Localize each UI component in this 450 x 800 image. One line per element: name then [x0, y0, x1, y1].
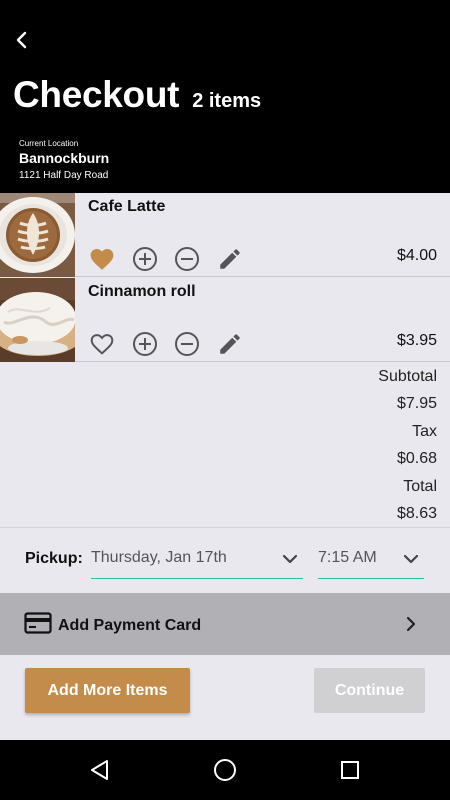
location-name: Bannockburn [19, 150, 110, 166]
page-title: Checkout [13, 74, 180, 115]
plus-circle-icon [133, 332, 157, 356]
chevron-right-icon [406, 616, 416, 632]
tax-value: $0.68 [396, 450, 437, 467]
decrease-quantity-button[interactable] [173, 245, 201, 273]
edit-item-button[interactable] [216, 330, 244, 358]
order-totals: Subtotal $7.95 Tax $0.68 Total $8.63 [0, 364, 450, 528]
pencil-icon [220, 249, 240, 269]
add-more-items-button[interactable]: Add More Items [25, 668, 190, 713]
heart-outline-icon [90, 334, 114, 355]
item-name: Cinnamon roll [88, 283, 196, 300]
favorite-button[interactable] [88, 330, 116, 358]
location-address: 1121 Half Day Road [19, 170, 109, 181]
cart-item: Cinnamon roll $3.95 [0, 278, 450, 362]
item-name: Cafe Latte [88, 198, 166, 215]
add-payment-card-button[interactable]: Add Payment Card [0, 593, 450, 655]
title-row: Checkout 2 items [13, 74, 261, 116]
decrease-quantity-button[interactable] [173, 330, 201, 358]
item-count: 2 items [192, 90, 262, 112]
pickup-date-select[interactable]: Thursday, Jan 17th [91, 541, 303, 579]
minus-circle-icon [175, 332, 199, 356]
back-button[interactable] [8, 26, 36, 54]
pencil-icon [220, 334, 240, 354]
increase-quantity-button[interactable] [131, 330, 159, 358]
plus-circle-icon [133, 247, 157, 271]
cinnamon-roll-photo [0, 278, 75, 362]
pickup-time-select[interactable]: 7:15 AM [318, 541, 424, 579]
triangle-back-icon [91, 760, 108, 780]
pickup-row: Pickup: Thursday, Jan 17th 7:15 AM [0, 529, 450, 592]
total-label: Total [403, 478, 437, 495]
pickup-label: Pickup: [25, 550, 83, 567]
continue-button[interactable]: Continue [314, 668, 425, 713]
cart-item: Cafe Latte $4.00 [0, 193, 450, 277]
square-recents-icon [341, 761, 359, 779]
minus-circle-icon [175, 247, 199, 271]
system-home-button[interactable] [211, 756, 239, 784]
chevron-down-icon [403, 554, 419, 564]
favorite-button[interactable] [88, 245, 116, 273]
location-caption: Current Location [19, 139, 79, 148]
heart-icon [90, 249, 114, 270]
item-price: $4.00 [396, 247, 437, 264]
system-recents-button[interactable] [336, 756, 364, 784]
chevron-down-icon [282, 554, 298, 564]
subtotal-label: Subtotal [378, 368, 437, 385]
edit-item-button[interactable] [216, 245, 244, 273]
increase-quantity-button[interactable] [131, 245, 159, 273]
chevron-left-icon [16, 31, 27, 49]
system-navigation-bar [0, 740, 450, 800]
pickup-time-value: 7:15 AM [318, 549, 377, 566]
pickup-date-value: Thursday, Jan 17th [91, 549, 227, 566]
subtotal-value: $7.95 [396, 395, 437, 412]
credit-card-icon [24, 612, 52, 634]
tax-label: Tax [412, 423, 437, 440]
checkout-header: Checkout 2 items Current Location Bannoc… [0, 0, 450, 193]
latte-photo [0, 193, 75, 277]
system-back-button[interactable] [86, 756, 114, 784]
add-payment-card-label: Add Payment Card [58, 617, 202, 634]
total-value: $8.63 [396, 505, 437, 522]
item-price: $3.95 [396, 332, 437, 349]
circle-home-icon [214, 759, 236, 781]
